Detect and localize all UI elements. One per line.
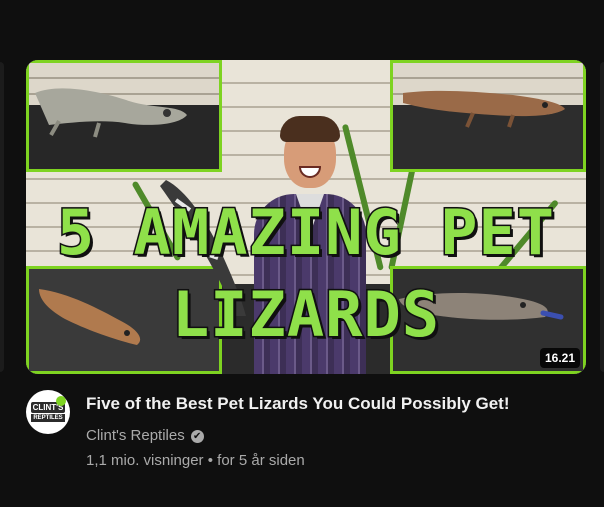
- channel-name-link[interactable]: Clint's Reptiles ✔: [86, 426, 204, 446]
- video-title[interactable]: Five of the Best Pet Lizards You Could P…: [86, 393, 510, 415]
- thumbnail-title-line1: 5 AMAZING PET: [55, 196, 556, 269]
- channel-name: Clint's Reptiles: [86, 427, 185, 444]
- video-thumbnail[interactable]: 5 AMAZING PET LIZARDS 16.21: [26, 60, 586, 374]
- upload-age: for 5 år siden: [217, 452, 305, 469]
- lizard-panel-top-left: [26, 60, 222, 172]
- next-item-edge: [600, 62, 604, 372]
- gecko-image: [35, 88, 187, 138]
- gecko-logo-icon: [56, 396, 66, 406]
- avatar-text-line2: REPTILES: [31, 414, 65, 422]
- view-count: 1,1 mio. visninger: [86, 452, 204, 469]
- stats-separator: •: [207, 452, 213, 469]
- video-metadata: CLINT'S REPTILES Five of the Best Pet Li…: [26, 390, 586, 490]
- skink-image: [403, 90, 565, 128]
- verified-check-icon: ✔: [190, 429, 204, 443]
- video-stats: 1,1 mio. visninger • for 5 år siden: [86, 451, 305, 471]
- previous-item-edge: [0, 62, 4, 372]
- video-duration-badge: 16.21: [539, 348, 580, 368]
- lizard-panel-top-right: [390, 60, 586, 172]
- channel-avatar[interactable]: CLINT'S REPTILES: [26, 390, 70, 434]
- thumbnail-title-line2: LIZARDS: [170, 278, 441, 351]
